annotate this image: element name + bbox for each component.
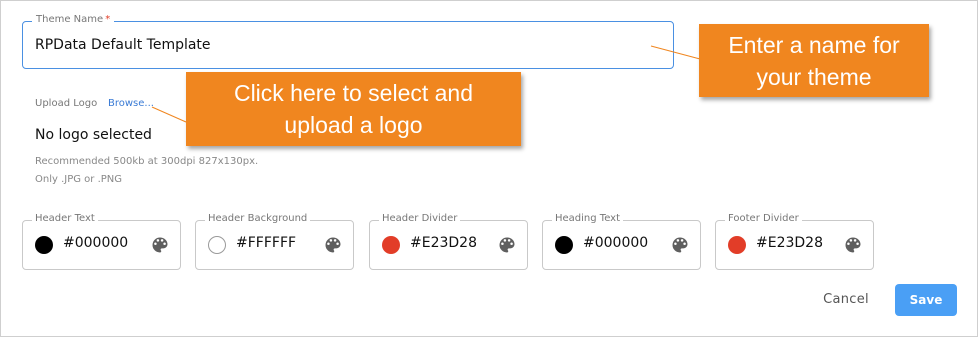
- theme-name-input[interactable]: [35, 34, 635, 56]
- color-swatch[interactable]: [555, 236, 573, 254]
- color-hex-value[interactable]: #000000: [583, 235, 648, 251]
- logo-size-hint: Recommended 500kb at 300dpi 827x130px.: [35, 156, 259, 167]
- color-swatch[interactable]: [208, 236, 226, 254]
- heading-text-color-field[interactable]: Heading Text #000000: [542, 213, 701, 270]
- callout-text-line: your theme: [756, 63, 872, 90]
- callout-text-line: Click here to select and: [233, 80, 474, 106]
- color-field-label: Header Background: [205, 213, 311, 224]
- color-field-label: Header Text: [32, 213, 98, 224]
- color-hex-value[interactable]: #000000: [63, 235, 128, 251]
- logo-format-hint: Only .JPG or .PNG: [35, 174, 123, 185]
- theme-name-field[interactable]: Theme Name *: [22, 14, 674, 69]
- callout-text-line: upload a logo: [284, 112, 423, 138]
- upload-logo-label: Upload Logo: [35, 98, 98, 109]
- palette-icon[interactable]: [497, 235, 517, 255]
- footer-divider-color-field[interactable]: Footer Divider #E23D28: [715, 213, 874, 270]
- cancel-button[interactable]: Cancel: [806, 287, 886, 313]
- header-text-color-field[interactable]: Header Text #000000: [22, 213, 181, 270]
- color-hex-value[interactable]: #FFFFFF: [236, 235, 296, 251]
- logo-status: No logo selected: [35, 127, 152, 143]
- color-swatch[interactable]: [35, 236, 53, 254]
- palette-icon[interactable]: [323, 235, 343, 255]
- color-swatch[interactable]: [728, 236, 746, 254]
- required-mark: *: [105, 14, 111, 25]
- palette-icon[interactable]: [150, 235, 170, 255]
- callout-text-line: Enter a name for: [728, 31, 900, 58]
- callout-theme-name: Enter a name for your theme: [699, 24, 929, 97]
- palette-icon[interactable]: [670, 235, 690, 255]
- color-hex-value[interactable]: #E23D28: [756, 235, 823, 251]
- theme-name-label: Theme Name *: [32, 14, 115, 25]
- browse-link[interactable]: Browse...: [108, 98, 154, 109]
- color-field-label: Footer Divider: [725, 213, 802, 224]
- header-background-color-field[interactable]: Header Background #FFFFFF: [195, 213, 354, 270]
- color-swatch[interactable]: [382, 236, 400, 254]
- palette-icon[interactable]: [843, 235, 863, 255]
- callout-upload-logo: Click here to select and upload a logo: [186, 72, 521, 146]
- header-divider-color-field[interactable]: Header Divider #E23D28: [369, 213, 528, 270]
- color-hex-value[interactable]: #E23D28: [410, 235, 477, 251]
- save-button[interactable]: Save: [895, 284, 957, 316]
- color-field-label: Header Divider: [379, 213, 461, 224]
- color-field-label: Heading Text: [552, 213, 624, 224]
